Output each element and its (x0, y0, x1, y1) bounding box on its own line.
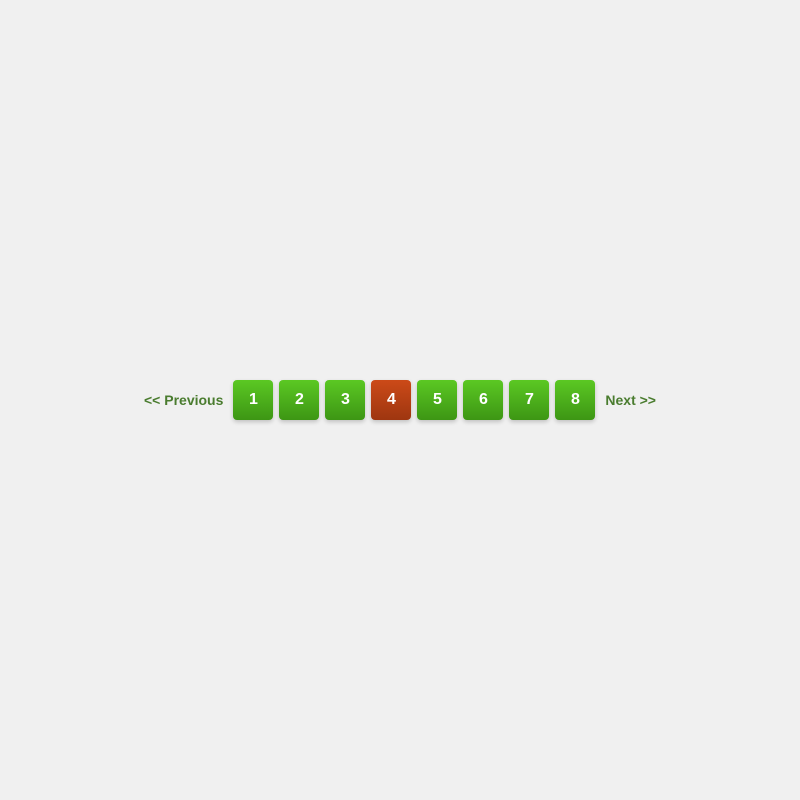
page-8-button[interactable]: 8 (555, 380, 595, 420)
page-2-button[interactable]: 2 (279, 380, 319, 420)
page-5-button[interactable]: 5 (417, 380, 457, 420)
next-button[interactable]: Next >> (601, 392, 660, 408)
page-4-button[interactable]: 4 (371, 380, 411, 420)
page-1-button[interactable]: 1 (233, 380, 273, 420)
page-7-button[interactable]: 7 (509, 380, 549, 420)
pagination: << Previous 1 2 3 4 5 6 7 8 Next >> (140, 380, 660, 420)
prev-button[interactable]: << Previous (140, 392, 227, 408)
page-6-button[interactable]: 6 (463, 380, 503, 420)
page-3-button[interactable]: 3 (325, 380, 365, 420)
